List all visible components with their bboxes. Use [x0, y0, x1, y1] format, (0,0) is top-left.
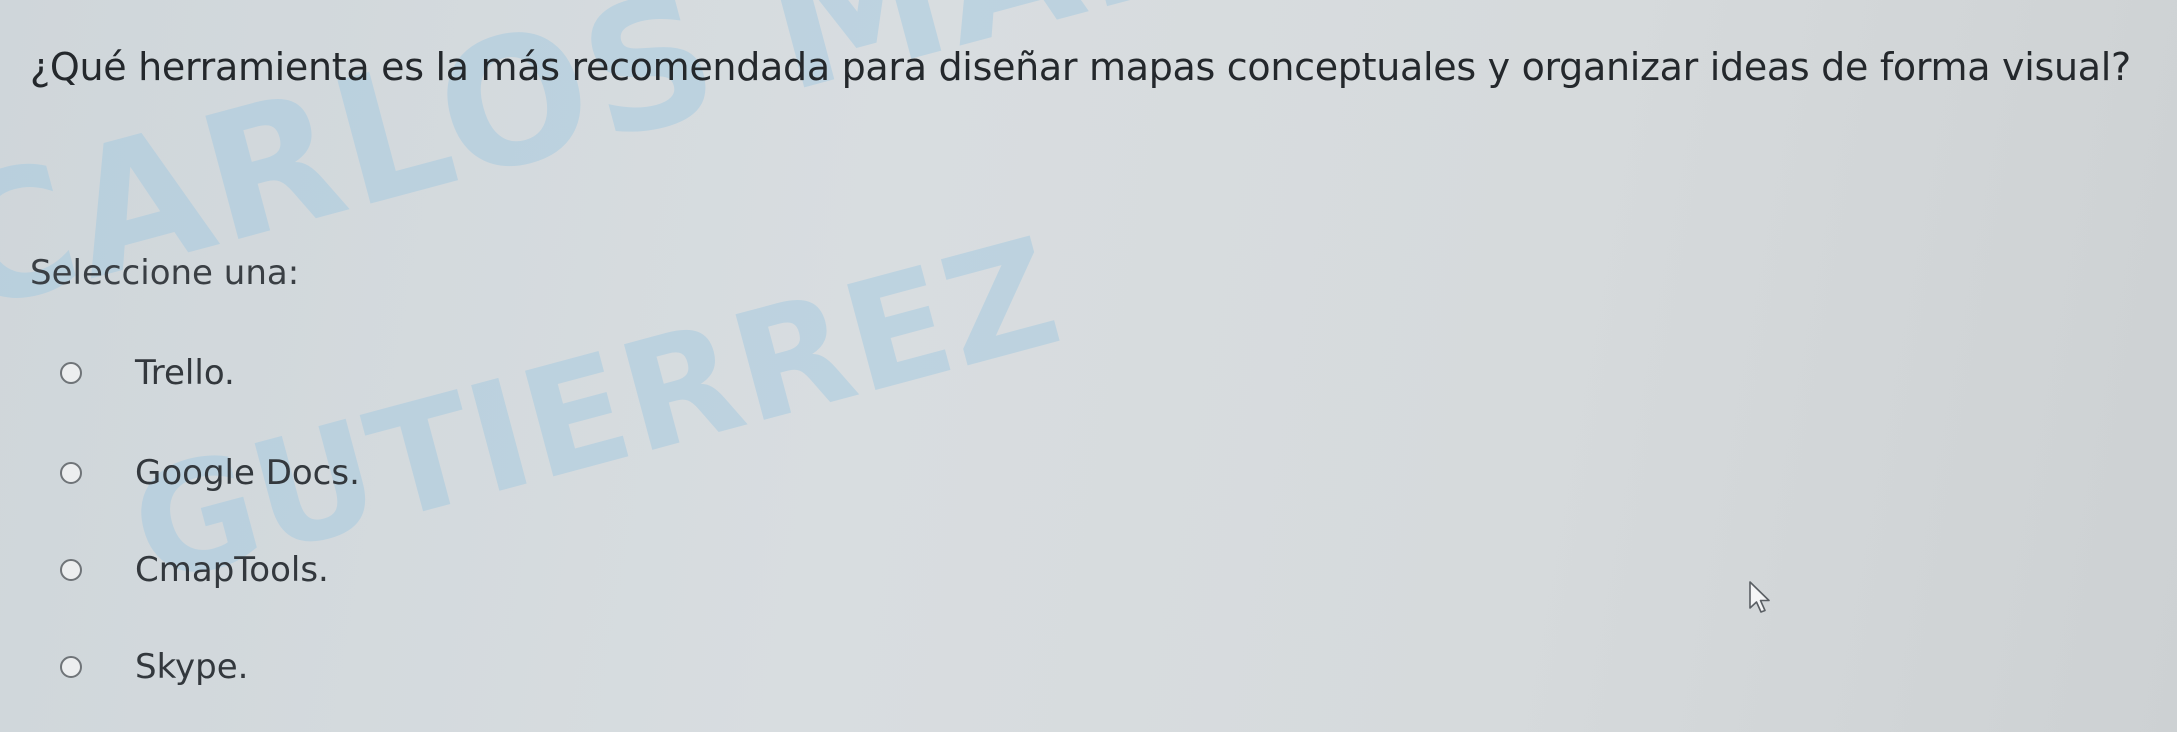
option-label[interactable]: Google Docs. [135, 453, 360, 493]
option-google-docs[interactable]: Google Docs. [60, 448, 360, 498]
mouse-pointer-icon [1749, 581, 1770, 613]
radio-button[interactable] [60, 656, 82, 678]
radio-button[interactable] [60, 559, 82, 581]
option-label[interactable]: Skype. [135, 647, 249, 687]
select-one-prompt: Seleccione una: [30, 253, 300, 293]
option-cmaptools[interactable]: CmapTools. [60, 545, 329, 595]
option-label[interactable]: CmapTools. [135, 550, 329, 590]
radio-button[interactable] [60, 462, 82, 484]
option-skype[interactable]: Skype. [60, 642, 249, 692]
radio-button[interactable] [60, 362, 82, 384]
option-label[interactable]: Trello. [135, 353, 235, 393]
question-text: ¿Qué herramienta es la más recomendada p… [30, 45, 2131, 89]
option-trello[interactable]: Trello. [60, 348, 235, 398]
